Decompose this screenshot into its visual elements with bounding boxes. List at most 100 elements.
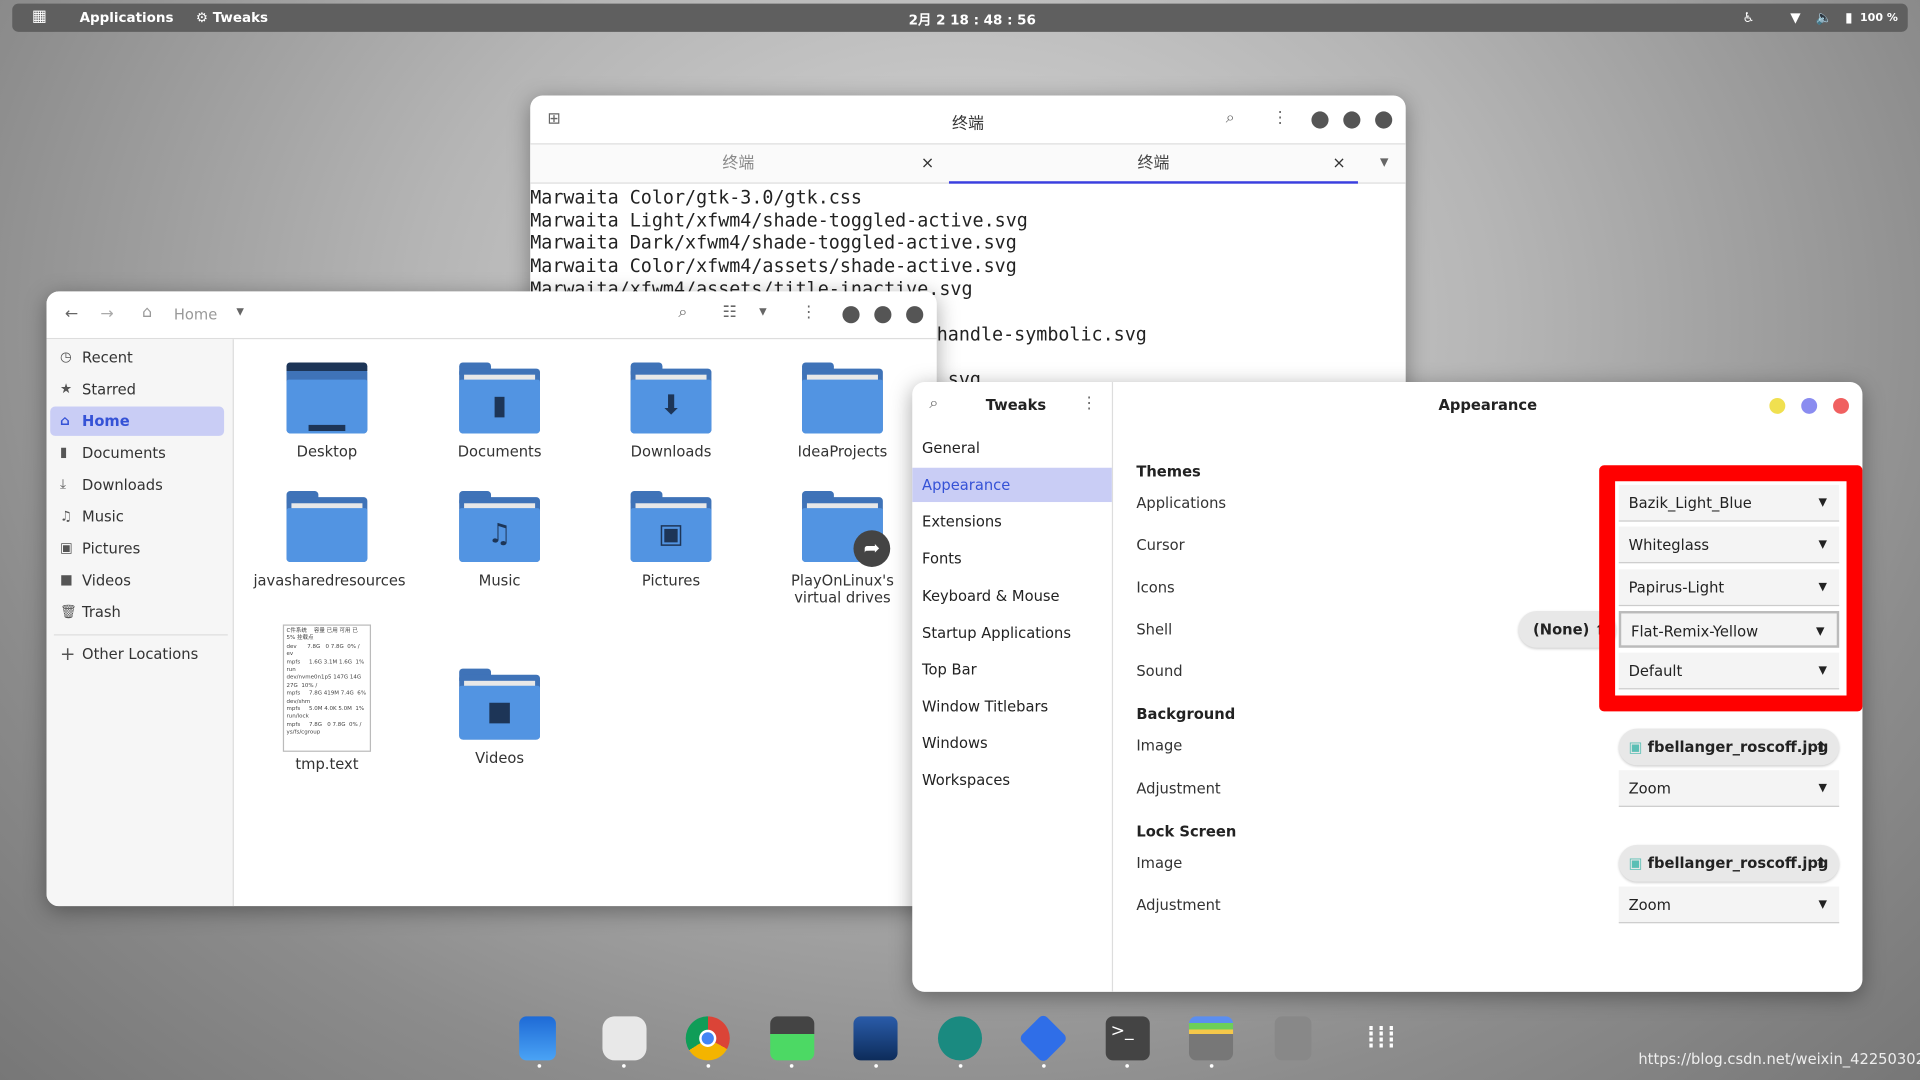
- terminal-tab-2[interactable]: 终端 ×: [948, 143, 1358, 184]
- sidebar-item-pictures[interactable]: ▣ Pictures: [50, 534, 224, 563]
- sound-theme-dropdown[interactable]: Default ▼: [1618, 652, 1840, 690]
- sidebar-item-trash[interactable]: 🗑 Trash: [50, 598, 224, 627]
- sidebar-item-downloads[interactable]: ⤓ Downloads: [50, 470, 224, 499]
- path-dropdown-icon[interactable]: ▼: [236, 306, 244, 317]
- list-view-icon[interactable]: ☷: [722, 304, 736, 322]
- bg-adjustment-dropdown[interactable]: Zoom ▼: [1618, 770, 1840, 807]
- dock-files-icon[interactable]: [519, 1016, 556, 1061]
- minimize-button[interactable]: [1769, 397, 1786, 414]
- menu-icon[interactable]: ⋮: [1272, 109, 1288, 127]
- maximize-button[interactable]: [874, 306, 892, 324]
- back-icon[interactable]: ←: [65, 305, 78, 323]
- volume-icon[interactable]: 🔈: [1816, 10, 1833, 26]
- dock-tweaks-icon[interactable]: [937, 1016, 983, 1061]
- sidebar-item-starred[interactable]: ★ Starred: [50, 375, 224, 404]
- nav-extensions[interactable]: Extensions: [922, 513, 1002, 530]
- lock-image-chooser[interactable]: ▣ fbellanger_roscoff.jpg ⬆: [1618, 844, 1840, 882]
- search-icon[interactable]: ⌕: [929, 394, 938, 412]
- file-item-tmp-text[interactable]: C件系统 容量 已用 可用 已 5% 挂载点 dev 7.8G 0 7.8G 0…: [253, 624, 400, 773]
- nav-fonts[interactable]: Fonts: [922, 550, 962, 567]
- nav-startup-applications[interactable]: Startup Applications: [922, 624, 1071, 641]
- clock[interactable]: 2月 2 18 : 48 : 56: [909, 10, 1036, 30]
- battery-percent: 100 %: [1860, 12, 1898, 25]
- file-item-pictures[interactable]: ▣ Pictures: [598, 491, 745, 589]
- sidebar-item-music[interactable]: ♫ Music: [50, 502, 224, 531]
- symlink-arrow-icon: ➦: [853, 530, 891, 567]
- battery-icon[interactable]: ▮: [1845, 10, 1852, 26]
- sidebar-item-documents[interactable]: ▮ Documents: [50, 438, 224, 467]
- dock-chrome-icon[interactable]: [685, 1016, 730, 1061]
- sidebar-label: Pictures: [82, 540, 141, 558]
- tab-close-icon[interactable]: ×: [1332, 143, 1345, 183]
- view-options-icon[interactable]: ▼: [759, 306, 767, 317]
- dock-wps-icon[interactable]: [1018, 1013, 1069, 1064]
- nav-general[interactable]: General: [922, 440, 980, 457]
- file-item-downloads[interactable]: ⬇ Downloads: [598, 362, 745, 460]
- applications-theme-dropdown[interactable]: Bazik_Light_Blue ▼: [1618, 484, 1840, 522]
- dock-system-monitor-icon[interactable]: [770, 1016, 815, 1061]
- close-button[interactable]: [1833, 397, 1849, 414]
- wifi-icon[interactable]: ▼: [1790, 10, 1800, 26]
- shell-file-value: (None): [1533, 620, 1590, 638]
- dock-trash-icon[interactable]: [1274, 1016, 1312, 1061]
- search-icon[interactable]: ⌕: [1226, 109, 1235, 127]
- lock-adjustment-dropdown[interactable]: Zoom ▼: [1618, 886, 1840, 924]
- dock-terminal-icon[interactable]: >_: [1105, 1016, 1150, 1061]
- bg-image-chooser[interactable]: ▣ fbellanger_roscoff.jpg ⬆: [1618, 728, 1840, 766]
- dropdown-value: Zoom: [1628, 896, 1671, 914]
- terminal-line: handle-symbolic.svg: [936, 323, 1147, 346]
- dropdown-arrow-icon: ▼: [1818, 664, 1827, 678]
- path-bar-home[interactable]: Home: [174, 306, 217, 323]
- menu-icon[interactable]: ⋮: [801, 304, 817, 322]
- file-name: Pictures: [641, 571, 701, 589]
- file-name: Desktop: [296, 443, 358, 461]
- dropdown-arrow-icon: ▼: [1818, 538, 1827, 552]
- dock-archive-icon[interactable]: [1188, 1016, 1234, 1061]
- cursor-theme-dropdown[interactable]: Whiteglass ▼: [1618, 526, 1840, 564]
- lock-image-label: Image: [1136, 854, 1183, 872]
- tab-label: 终端: [1137, 154, 1170, 173]
- terminal-line: Marwaita Color/gtk-3.0/gtk.css: [530, 186, 862, 209]
- shell-theme-dropdown[interactable]: Flat-Remix-Yellow ▼: [1618, 611, 1840, 648]
- dropdown-value: Bazik_Light_Blue: [1628, 494, 1752, 512]
- nav-window-titlebars[interactable]: Window Titlebars: [922, 698, 1048, 715]
- nav-top-bar[interactable]: Top Bar: [922, 661, 977, 678]
- file-item-music[interactable]: ♫ Music: [426, 491, 573, 589]
- dock-settings-icon[interactable]: [602, 1016, 647, 1061]
- nav-workspaces[interactable]: Workspaces: [922, 771, 1010, 788]
- file-item-videos[interactable]: ■ Videos: [426, 668, 573, 767]
- nav-windows[interactable]: Windows: [922, 735, 988, 752]
- nav-keyboard-mouse[interactable]: Keyboard & Mouse: [922, 588, 1060, 605]
- home-icon[interactable]: ⌂: [142, 304, 152, 322]
- sidebar-item-videos[interactable]: ■ Videos: [50, 566, 224, 595]
- minimize-button[interactable]: [1311, 111, 1329, 129]
- close-button[interactable]: [1375, 111, 1393, 129]
- show-apps-grid-icon[interactable]: ⁞⁞⁞: [1359, 1016, 1403, 1060]
- forward-icon[interactable]: →: [100, 305, 113, 323]
- file-item-ideaprojects[interactable]: IdeaProjects: [769, 362, 916, 460]
- tabs-dropdown-icon[interactable]: ▼: [1380, 157, 1388, 169]
- maximize-button[interactable]: [1801, 397, 1818, 414]
- activities-grid-icon[interactable]: ▦: [32, 7, 47, 25]
- menu-icon[interactable]: ⋮: [1081, 394, 1097, 412]
- terminal-tab-1[interactable]: 终端 ×: [530, 143, 946, 183]
- file-item-javasharedresources[interactable]: javasharedresources: [253, 491, 406, 589]
- tweaks-app-menu[interactable]: ⚙ Tweaks: [196, 10, 268, 26]
- icons-theme-dropdown[interactable]: Papirus-Light ▼: [1618, 569, 1840, 607]
- close-button[interactable]: [906, 306, 924, 324]
- accessibility-icon[interactable]: ♿: [1742, 10, 1754, 26]
- sidebar-item-other-locations[interactable]: + Other Locations: [50, 639, 224, 668]
- maximize-button[interactable]: [1343, 111, 1361, 129]
- sidebar-item-recent[interactable]: ◷ Recent: [50, 343, 224, 372]
- minimize-button[interactable]: [842, 306, 860, 324]
- dock-installer-icon[interactable]: [853, 1016, 898, 1061]
- applications-menu[interactable]: Applications: [80, 10, 174, 26]
- sidebar-item-home[interactable]: ⌂ Home: [50, 406, 225, 436]
- search-icon[interactable]: ⌕: [678, 304, 687, 322]
- file-item-playonlinux[interactable]: ➦ PlayOnLinux's virtual drives: [769, 491, 916, 606]
- tab-close-icon[interactable]: ×: [921, 143, 934, 183]
- file-item-documents[interactable]: ▮ Documents: [426, 362, 573, 460]
- dropdown-value: Default: [1628, 662, 1683, 680]
- file-item-desktop[interactable]: Desktop: [253, 362, 400, 460]
- nav-appearance[interactable]: Appearance: [922, 476, 1010, 493]
